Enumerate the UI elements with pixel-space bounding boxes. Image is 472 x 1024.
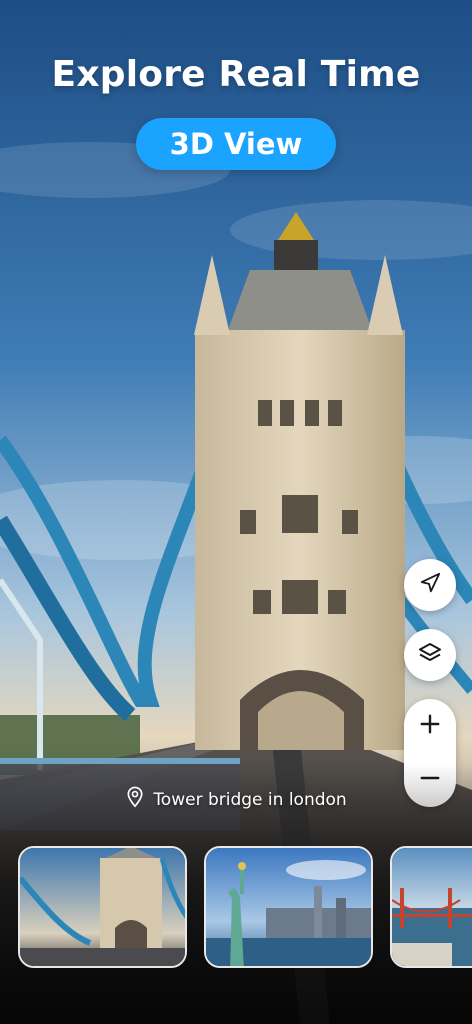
- thumbnail-golden-gate[interactable]: [390, 846, 472, 968]
- location-name: Tower bridge in london: [153, 789, 347, 810]
- scene-thumbnails: [18, 846, 472, 968]
- zoom-in-button[interactable]: [404, 699, 456, 753]
- layers-icon: [418, 641, 442, 669]
- locate-button[interactable]: [404, 559, 456, 611]
- map-pin-icon: [125, 786, 145, 813]
- thumbnail-tower-bridge[interactable]: [18, 846, 187, 968]
- app-screen: Explore Real Time 3D View Tower bridge i…: [0, 0, 472, 1024]
- 3d-view-label: 3D View: [169, 127, 303, 161]
- plus-icon: [419, 713, 441, 739]
- 3d-view-badge[interactable]: 3D View: [136, 118, 336, 170]
- layers-button[interactable]: [404, 629, 456, 681]
- page-title: Explore Real Time: [51, 54, 421, 95]
- thumbnail-statue-of-liberty[interactable]: [204, 846, 373, 968]
- navigation-arrow-icon: [419, 572, 441, 598]
- location-label: Tower bridge in london: [0, 786, 472, 813]
